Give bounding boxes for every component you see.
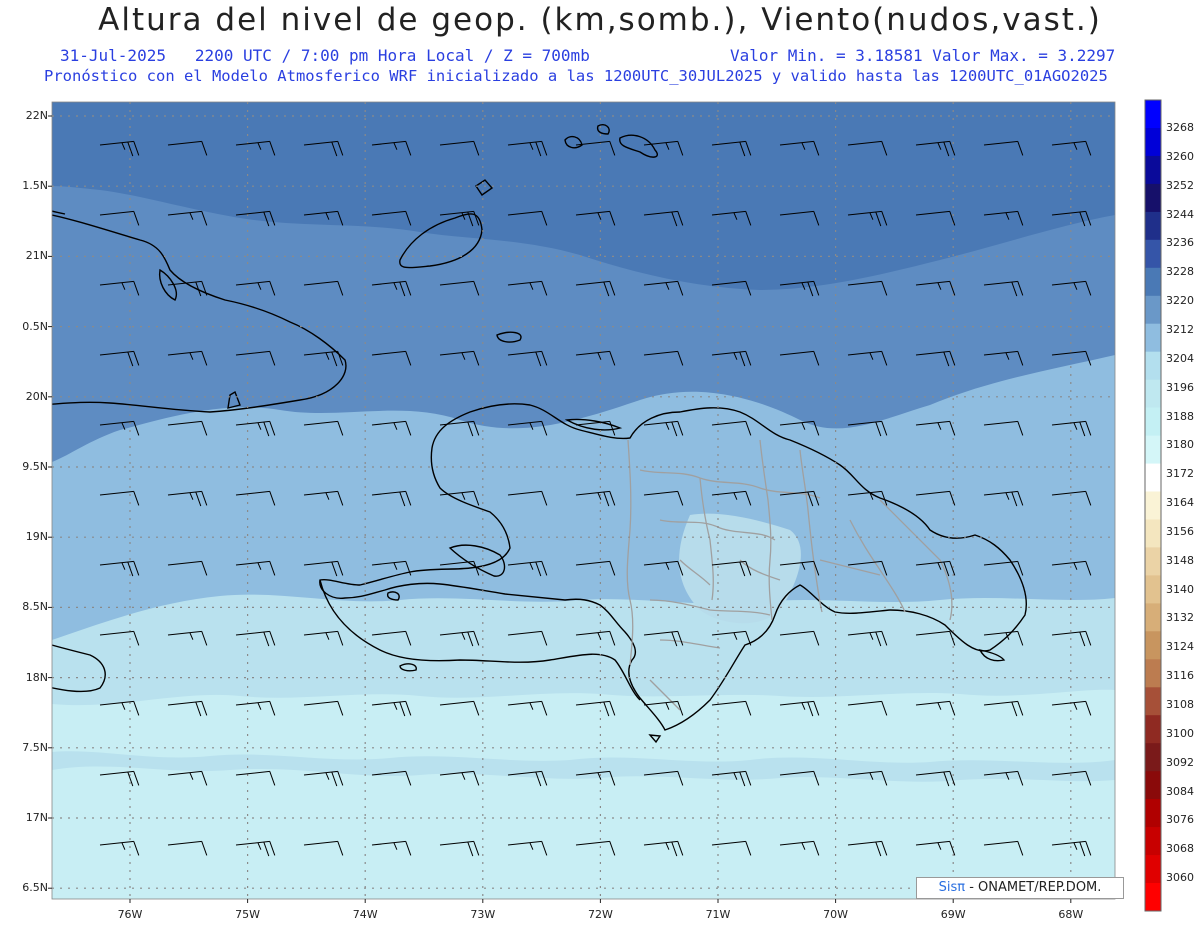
colorbar-label: 3204 [1166,351,1194,365]
model-info: Pronóstico con el Modelo Atmosferico WRF… [44,67,1108,85]
colorbar-label: 3116 [1166,669,1194,683]
lat-label: 7.5N [22,740,48,754]
colorbar-label: 3156 [1166,524,1194,538]
lon-label: 73W [470,908,496,921]
credit-text: - ONAMET/REP.DOM. [969,880,1102,895]
lon-label: 71W [705,908,731,921]
lat-label: 20N [25,389,48,403]
colorbar-swatch [1145,855,1161,884]
colorbar-label: 3148 [1166,553,1194,567]
colorbar-label: 3268 [1166,121,1194,134]
colorbar-label: 3060 [1166,871,1194,885]
lon-label: 68W [1058,908,1084,921]
colorbar-swatch [1145,743,1161,772]
lat-label: 8.5N [22,600,48,614]
colorbar-swatch [1145,603,1161,632]
lon-label: 76W [117,908,143,921]
colorbar-label: 3212 [1166,322,1194,336]
forecast-time: 2200 UTC / 7:00 pm Hora Local / Z = 700m… [194,46,590,65]
colorbar-swatch [1145,407,1161,437]
colorbar-label: 3220 [1166,294,1194,308]
colorbar-label: 3140 [1166,582,1194,596]
colorbar-label: 3100 [1166,726,1194,740]
lat-label: 21N [25,249,48,263]
colorbar-swatch [1145,547,1161,576]
colorbar-swatch [1145,267,1161,297]
credit-brand: Sisπ [938,880,966,895]
lat-label: 17N [25,811,48,824]
colorbar-swatch [1145,771,1161,800]
lon-label: 72W [587,908,613,921]
forecast-date: 31-Jul-2025 [60,46,166,65]
colorbar [1144,99,1162,912]
colorbar-swatch [1145,239,1161,269]
colorbar-label: 3180 [1166,438,1194,452]
colorbar-swatch [1145,295,1161,325]
colorbar-label: 3068 [1166,842,1194,856]
colorbar-swatch [1145,659,1161,688]
colorbar-label: 3260 [1166,149,1194,163]
colorbar-label: 3164 [1166,496,1194,510]
colorbar-swatch [1145,183,1161,213]
colorbar-label: 3188 [1166,409,1194,423]
colorbar-swatch [1145,379,1161,409]
lon-label: 70W [823,908,849,921]
colorbar-swatch [1145,435,1161,465]
colorbar-swatch [1145,211,1161,241]
map-figure [48,99,1162,912]
lat-label: 19N [25,530,48,544]
lat-label: 1.5N [22,179,48,193]
colorbar-swatch [1145,155,1161,185]
lat-label: 0.5N [22,319,48,333]
colorbar-swatch [1145,519,1161,548]
colorbar-label: 3132 [1166,611,1194,625]
colorbar-swatch [1145,128,1161,157]
min-max-values: Valor Min. = 3.18581 Valor Max. = 3.2297 [730,46,1116,65]
colorbar-swatch [1145,631,1161,660]
colorbar-swatch [1145,491,1161,520]
lon-label: 74W [352,908,378,921]
lat-label: 18N [25,670,48,684]
colorbar-swatch [1145,351,1161,381]
colorbar-swatch [1145,687,1161,716]
colorbar-swatch [1145,799,1161,828]
colorbar-label: 3084 [1166,784,1194,798]
colorbar-label: 3228 [1166,265,1194,279]
subtitle-date-line: 31-Jul-2025 2200 UTC / 7:00 pm Hora Loca… [60,46,1115,65]
colorbar-swatch [1145,323,1161,353]
colorbar-label: 3108 [1166,698,1194,711]
colorbar-swatch [1145,575,1161,604]
colorbar-swatch [1145,100,1161,129]
colorbar-label: 3236 [1166,236,1194,250]
credit-box: Sisπ - ONAMET/REP.DOM. [916,877,1124,899]
lat-label: 22N [25,109,48,122]
colorbar-swatch [1145,883,1161,912]
colorbar-label: 3076 [1166,813,1194,827]
colorbar-label: 3196 [1166,380,1194,394]
lon-label: 69W [940,908,966,921]
colorbar-label: 3092 [1166,755,1194,769]
colorbar-swatch [1145,715,1161,744]
lat-label: 6.5N [22,881,48,895]
lon-label: 75W [235,908,261,921]
map-title: Altura del nivel de geop. (km,somb.), Vi… [98,2,1102,38]
colorbar-swatch [1145,827,1161,856]
colorbar-label: 3252 [1166,178,1194,192]
colorbar-label: 3124 [1166,640,1194,654]
colorbar-label: 3244 [1166,207,1194,221]
colorbar-swatch [1145,463,1161,493]
map-plot-area [52,102,1115,899]
colorbar-label: 3172 [1166,467,1194,481]
lat-label: 9.5N [22,460,48,473]
